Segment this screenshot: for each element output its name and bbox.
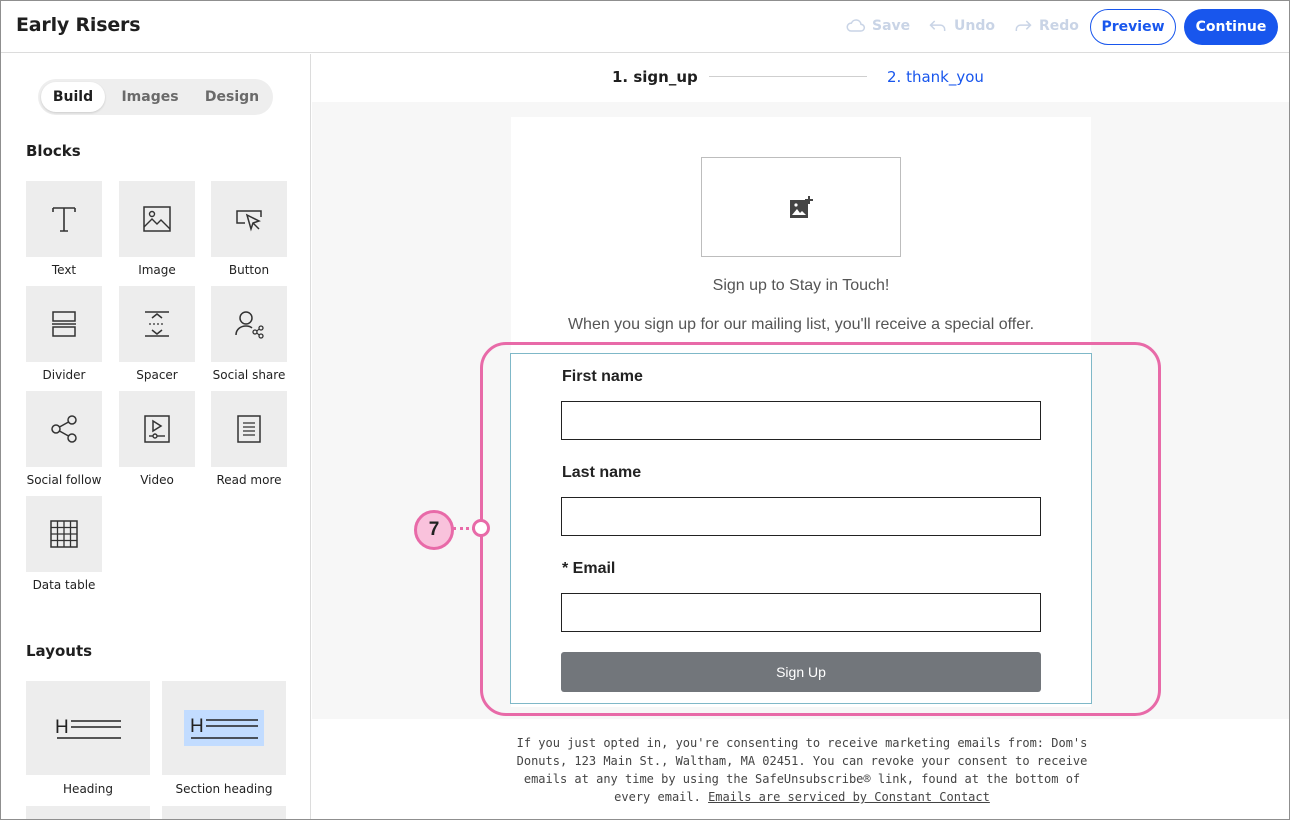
block-label: Read more [216,473,282,487]
block-social-follow[interactable]: Social follow [26,391,102,487]
social-share-icon [235,311,264,339]
video-icon [144,415,170,443]
block-label: Spacer [136,368,178,382]
legal-footer: If you just opted in, you're consenting … [512,734,1092,806]
blocks-heading: Blocks [26,142,81,160]
block-read-more[interactable]: Read more [211,391,287,487]
layout-label: Section heading [175,782,273,796]
block-data-table[interactable]: Data table [26,496,102,592]
top-bar: Early Risers Save Undo Redo Preview Cont… [1,1,1289,53]
cloud-icon [846,19,865,32]
page-title: Early Risers [16,14,141,36]
section-heading-icon: H [184,710,264,746]
preview-button[interactable]: Preview [1090,9,1176,45]
block-label: Text [51,263,77,277]
block-text[interactable]: Text [26,181,102,277]
email-label: * Email [562,560,616,577]
tab-build[interactable]: Build [41,82,105,112]
block-button[interactable]: Button [211,181,287,277]
block-label: Social follow [26,473,102,487]
first-name-label: First name [562,368,643,385]
block-label: Social share [212,368,286,382]
tab-design[interactable]: Design [195,82,269,112]
divider-icon [52,311,76,337]
redo-label: Redo [1039,18,1079,34]
block-label: Video [140,473,174,487]
redo-icon [1015,20,1032,31]
layout-tile-partial[interactable] [26,806,150,819]
step-thank-you[interactable]: 2. thank_you [887,68,984,86]
social-follow-icon [51,415,77,443]
layout-label: Heading [63,782,113,796]
sidebar: Build Images Design Blocks Text Image Bu… [1,54,311,819]
signup-form-card: Sign up to Stay in Touch! When you sign … [510,117,1092,707]
email-field[interactable] [561,593,1041,632]
editor-canvas: 1. sign_up 2. thank_you Sign up to Stay … [312,54,1289,819]
block-label: Button [228,263,270,277]
constant-contact-link[interactable]: Emails are serviced by Constant Contact [708,790,990,804]
undo-icon [929,20,946,31]
redo-button[interactable]: Redo [1013,18,1079,34]
block-image[interactable]: Image [119,181,195,277]
step-divider [709,76,867,77]
last-name-field[interactable] [561,497,1041,536]
svg-text:H: H [55,717,69,738]
image-placeholder[interactable] [701,157,901,257]
callout-anchor [472,519,490,537]
form-description: When you sign up for our mailing list, y… [567,316,1035,333]
layout-tile-partial[interactable] [162,806,286,819]
step-navigation: 1. sign_up 2. thank_you [312,54,1289,102]
read-more-icon [237,415,261,443]
first-name-field[interactable] [561,401,1041,440]
sign-up-button[interactable]: Sign Up [561,652,1041,692]
sidebar-tabs: Build Images Design [38,79,273,115]
text-icon [52,207,76,232]
block-divider[interactable]: Divider [26,286,102,382]
undo-button[interactable]: Undo [928,18,995,34]
add-image-icon [790,196,813,218]
layout-heading[interactable]: H Heading [26,681,150,796]
save-button[interactable]: Save [846,18,910,34]
block-label: Image [138,263,176,277]
callout-number-badge: 7 [414,510,454,550]
save-label: Save [872,18,911,34]
spacer-icon [145,311,169,337]
app-window: Early Risers Save Undo Redo Preview Cont… [0,0,1290,820]
form-fields-block[interactable]: First name Last name * Email Sign Up [510,353,1092,704]
last-name-label: Last name [562,464,642,481]
block-spacer[interactable]: Spacer [119,286,195,382]
block-label: Divider [42,368,86,382]
tab-images[interactable]: Images [114,82,186,112]
block-video[interactable]: Video [119,391,195,487]
button-icon [236,210,262,232]
data-table-icon [50,520,78,548]
svg-text:H: H [190,716,204,737]
block-social-share[interactable]: Social share [211,286,287,382]
image-icon [143,206,171,232]
continue-button[interactable]: Continue [1184,9,1278,45]
block-label: Data table [32,578,96,592]
layout-section-heading[interactable]: H Section heading [162,681,286,796]
undo-label: Undo [954,18,995,34]
form-heading: Sign up to Stay in Touch! [712,277,890,294]
heading-icon: H [55,717,121,739]
step-sign-up[interactable]: 1. sign_up [612,68,698,86]
layouts-heading: Layouts [26,642,93,660]
